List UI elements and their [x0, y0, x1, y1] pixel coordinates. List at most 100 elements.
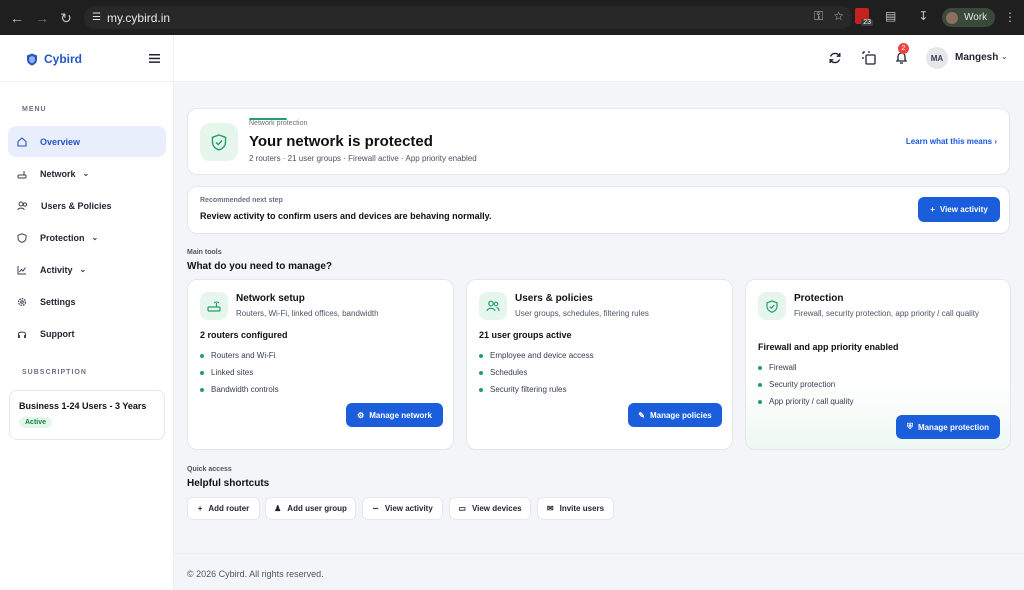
download-icon[interactable]: ↧: [918, 9, 928, 23]
key-icon[interactable]: ⚿: [814, 9, 823, 24]
forward-icon[interactable]: →: [32, 8, 52, 28]
list-item: Schedules: [479, 364, 594, 381]
button-label: Invite users: [559, 504, 605, 513]
plus-icon: +: [197, 504, 203, 513]
calendar-extension-icon[interactable]: 23: [855, 8, 873, 26]
manage-protection-button[interactable]: ⛨ Manage protection: [896, 415, 1000, 439]
sidebar-item-support[interactable]: Support: [8, 318, 166, 349]
mail-icon: ✉: [546, 504, 554, 513]
bullet-dot: [758, 365, 762, 370]
profile-button[interactable]: Work: [942, 8, 996, 27]
card-description: Firewall, security protection, app prior…: [794, 309, 979, 318]
cybird-shield-icon: [27, 53, 37, 65]
menu-heading: MENU: [22, 106, 47, 113]
sidebar-item-label: Support: [40, 328, 75, 339]
card-title: Network setup: [236, 293, 305, 304]
manage-network-button[interactable]: ⚙ Manage network: [346, 403, 443, 427]
reload-icon[interactable]: ↻: [56, 8, 76, 28]
list-item-text: App priority / call quality: [769, 397, 854, 406]
card-description: Routers, Wi-Fi, linked offices, bandwidt…: [236, 309, 379, 318]
chevron-down-icon: ⌄: [91, 233, 99, 242]
bookmark-star-icon[interactable]: ☆: [833, 9, 844, 24]
chevron-down-icon: ⌄: [82, 169, 90, 178]
button-label: Manage network: [369, 410, 432, 420]
extensions-icon[interactable]: ▤: [885, 9, 896, 23]
users-icon: [17, 201, 28, 210]
hamburger-menu-icon[interactable]: [149, 54, 160, 63]
sidebar-divider: [0, 81, 174, 82]
address-bar[interactable]: ☰ my.cybird.in ⚿ ☆: [84, 6, 852, 29]
sidebar-item-users-policies[interactable]: Users & Policies: [8, 190, 166, 221]
router-icon: [200, 292, 228, 320]
browser-menu-icon[interactable]: ⋮: [1004, 10, 1016, 24]
add-router-button[interactable]: + Add router: [187, 497, 260, 520]
view-devices-button[interactable]: ▭ View devices: [449, 497, 531, 520]
sidebar-item-protection[interactable]: Protection ⌄: [8, 222, 166, 253]
gear-icon: [17, 297, 27, 306]
refresh-icon[interactable]: [828, 51, 842, 65]
bullet-dot: [200, 370, 204, 375]
sidebar-item-overview[interactable]: Overview: [8, 126, 166, 157]
manage-policies-button[interactable]: ✎ Manage policies: [628, 403, 722, 427]
gear-icon: ⚙: [357, 410, 365, 420]
protection-card: Protection Firewall, security protection…: [745, 279, 1011, 450]
sidebar-item-settings[interactable]: Settings: [8, 286, 166, 317]
bullet-dot: [479, 370, 483, 375]
list-item: Security filtering rules: [479, 381, 594, 398]
sidebar-item-network[interactable]: Network ⌄: [8, 158, 166, 189]
sidebar-item-label: Users & Policies: [41, 200, 112, 211]
copyright-text: © 2026 Cybird. All rights reserved.: [187, 569, 324, 579]
list-item-text: Firewall: [769, 363, 797, 372]
app: Cybird MENU Overview Network ⌄ Users & P…: [0, 35, 1024, 590]
button-label: Manage policies: [649, 410, 712, 420]
router-icon: [17, 170, 27, 178]
chevron-down-icon[interactable]: ⌄: [1001, 52, 1008, 61]
list-item: Routers and Wi-Fi: [200, 347, 279, 364]
site-info-icon[interactable]: ☰: [92, 12, 101, 23]
list-item: Bandwidth controls: [200, 381, 279, 398]
avatar[interactable]: MA: [926, 47, 948, 69]
shield-icon: [758, 292, 786, 320]
footer: © 2026 Cybird. All rights reserved.: [174, 553, 1024, 590]
card-status: 21 user groups active: [479, 330, 572, 340]
brand-logo[interactable]: Cybird: [26, 52, 82, 66]
list-item: App priority / call quality: [758, 393, 853, 410]
url-text: my.cybird.in: [106, 10, 171, 25]
list-item-text: Linked sites: [211, 368, 254, 377]
recommended-step-card: Recommended next step Review activity to…: [187, 186, 1010, 234]
devices-icon[interactable]: [862, 51, 876, 65]
protected-shield-icon: [200, 123, 238, 161]
sidebar-item-label: Network: [40, 168, 76, 179]
add-user-group-button[interactable]: ♟ Add user group: [265, 497, 356, 520]
subscription-card[interactable]: Business 1-24 Users - 3 Years Active: [9, 390, 165, 440]
sidebar-item-activity[interactable]: Activity ⌄: [8, 254, 166, 285]
card-title: Users & policies: [515, 293, 593, 304]
button-label: Manage protection: [917, 422, 990, 432]
back-icon[interactable]: ←: [7, 8, 27, 28]
browser-toolbar: ← → ↻ ☰ my.cybird.in ⚿ ☆ 23 ▤ ↧ Work ⋮: [0, 0, 1024, 35]
home-icon: [17, 136, 27, 147]
subscription-heading: SUBSCRIPTION: [22, 369, 87, 376]
sidebar-item-label: Activity: [40, 264, 73, 275]
learn-more-link[interactable]: Learn what this means ›: [906, 137, 997, 146]
bullet-dot: [200, 353, 204, 358]
bullet-dot: [479, 387, 483, 392]
headset-icon: [18, 331, 26, 338]
sidebar-item-label: Overview: [40, 136, 81, 147]
feature-list: Firewall Security protection App priorit…: [758, 359, 853, 410]
user-name[interactable]: Mangesh: [955, 52, 998, 63]
section-heading: Helpful shortcuts: [187, 478, 270, 489]
section-label: Quick access: [187, 466, 232, 473]
view-activity-shortcut-button[interactable]: ∽ View activity: [362, 497, 443, 520]
chevron-down-icon: ⌄: [79, 265, 87, 274]
feature-list: Employee and device access Schedules Sec…: [479, 347, 594, 398]
button-label: View devices: [471, 504, 522, 513]
card-label: Network protection: [249, 120, 308, 127]
view-activity-button[interactable]: + View activity: [918, 197, 1000, 222]
button-label: Add user group: [287, 504, 347, 513]
button-label: View activity: [939, 205, 988, 214]
button-label: View activity: [384, 504, 433, 513]
card-status: 2 routers configured: [200, 330, 288, 340]
protection-status-card: Network protection Your network is prote…: [187, 108, 1010, 175]
invite-users-button[interactable]: ✉ Invite users: [537, 497, 614, 520]
